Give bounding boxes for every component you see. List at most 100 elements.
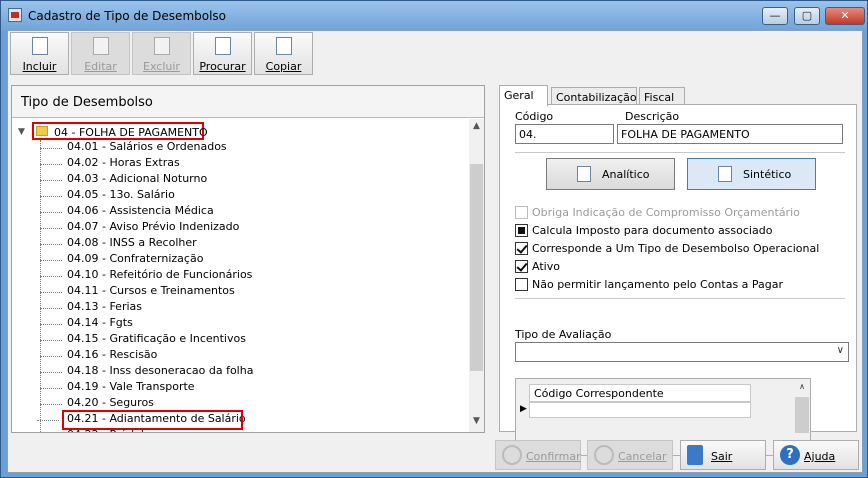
checkbox[interactable] [515,206,528,219]
analitico-icon [577,166,591,182]
title-bar[interactable]: Cadastro de Tipo de Desembolso — ▢ ✕ [1,1,867,31]
check-obriga-indicacao[interactable]: Obriga Indicação de Compromisso Orçament… [515,205,845,221]
minimize-button[interactable]: — [762,7,788,25]
grid-cell[interactable] [529,402,751,418]
incluir-label: Incluir [22,60,57,73]
ajuda-label: Ajuda [804,450,836,463]
maximize-button[interactable]: ▢ [794,7,820,25]
tree-item[interactable]: 04.20 - Seguros [40,396,427,412]
app-icon [8,8,22,22]
grid-header: Código Correspondente [529,384,751,402]
window-title: Cadastro de Tipo de Desembolso [28,9,227,23]
checkbox[interactable] [515,242,528,255]
check-label: Não permitir lançamento pelo Contas a Pa… [532,278,784,291]
collapse-chevron-icon[interactable]: ▼ [18,127,25,137]
tree-item[interactable]: 04.11 - Cursos e Treinamentos [40,284,427,300]
incluir-button[interactable]: Incluir [10,32,69,75]
sair-button[interactable]: Sair [680,440,766,470]
editar-label: Editar [84,60,117,73]
tree-item[interactable]: 04.09 - Confraternização [40,252,427,268]
cancel-circle-icon [594,445,614,465]
codigo-field[interactable]: 04. [515,124,614,144]
descricao-field[interactable]: FOLHA DE PAGAMENTO [617,124,843,144]
scroll-down-icon[interactable]: ▼ [469,416,484,431]
chevron-down-icon[interactable]: ∨ [837,345,844,356]
analitico-toggle[interactable]: Analítico [546,158,675,190]
app-window: Cadastro de Tipo de Desembolso — ▢ ✕ Inc… [0,0,868,478]
check-label: Obriga Indicação de Compromisso Orçament… [532,206,800,219]
client-area: Incluir Editar Excluir Procurar Copiar T… [7,30,863,473]
tree-item[interactable]: 04.21 - Adiantamento de Salário [37,410,246,430]
help-icon: ? [780,445,800,465]
sintetico-label: Sintético [743,168,792,181]
editar-button[interactable]: Editar [71,32,130,75]
cancelar-button[interactable]: Cancelar [587,440,673,470]
excluir-label: Excluir [143,60,180,73]
checkbox[interactable] [515,224,528,237]
tree-header: Tipo de Desembolso [12,86,484,118]
tab-fiscal[interactable]: Fiscal [639,87,685,105]
descricao-label: Descrição [625,110,680,123]
codigo-label: Código [515,110,554,123]
check-circle-icon [502,445,522,465]
tree-item[interactable]: 04.18 - Inss desoneracao da folha [40,364,427,380]
procurar-button[interactable]: Procurar [193,32,252,75]
tab-page-geral: Código Descrição 04. FOLHA DE PAGAMENTO … [499,104,857,456]
tree-item[interactable]: 04.10 - Refeitório de Funcionários [40,268,427,284]
tree-item[interactable]: 04.14 - Fgts [40,316,427,332]
tree-item[interactable]: 04.01 - Salários e Ordenados [40,140,427,156]
check-ativo[interactable]: Ativo [515,259,845,275]
tab-geral[interactable]: Geral [499,85,548,106]
scroll-up-icon[interactable]: ▲ [469,121,484,136]
row-indicator-icon: ▶ [520,404,527,414]
scroll-up-icon[interactable]: ∧ [794,382,810,391]
copy-icon [276,37,292,55]
sair-label: Sair [711,450,733,463]
ajuda-button[interactable]: ? Ajuda [773,440,859,470]
separator [515,152,845,153]
tree-item[interactable]: 04.15 - Gratificação e Incentivos [40,332,427,348]
search-document-icon [215,37,231,55]
copiar-label: Copiar [265,60,302,73]
check-nao-permitir[interactable]: Não permitir lançamento pelo Contas a Pa… [515,277,845,293]
tree-item[interactable]: 04.08 - INSS a Recolher [40,236,427,252]
copiar-button[interactable]: Copiar [254,32,313,75]
toolbar: Incluir Editar Excluir Procurar Copiar [10,32,315,76]
tree-header-label: Tipo de Desembolso [21,95,153,110]
checkbox[interactable] [515,278,528,291]
excluir-button[interactable]: Excluir [132,32,191,75]
avaliacao-label: Tipo de Avaliação [515,328,612,341]
checkbox[interactable] [515,260,528,273]
tab-contabilizacao[interactable]: Contabilização [551,87,637,105]
close-button[interactable]: ✕ [825,7,865,25]
tree-item[interactable]: 04.19 - Vale Transporte [40,380,427,396]
tree-item[interactable]: 04.16 - Rescisão [40,348,427,364]
tree-item[interactable]: 04.13 - Ferias [40,300,427,316]
new-document-icon [32,37,48,55]
tree-item[interactable]: 04.22 - Pró-lab [67,428,427,432]
exit-door-icon [687,445,703,465]
procurar-label: Procurar [199,60,246,73]
tree-item[interactable]: 04.06 - Assistencia Médica [40,204,427,220]
sintetico-icon [718,166,732,182]
analitico-label: Analítico [602,168,650,181]
tree-item[interactable]: 04.03 - Adicional Noturno [40,172,427,188]
confirmar-button[interactable]: Confirmar [495,440,581,470]
tree-root-node[interactable]: ▼ 04 - FOLHA DE PAGAMENTO [18,122,418,140]
scroll-thumb[interactable] [470,164,483,371]
separator [515,298,845,299]
scroll-thumb[interactable] [795,397,809,433]
cancelar-label: Cancelar [618,450,667,463]
check-calcula-imposto[interactable]: Calcula Imposto para documento associado [515,223,845,239]
tree-view[interactable]: ▼ 04 - FOLHA DE PAGAMENTO 04.01 - Salári… [12,119,469,432]
sintetico-toggle[interactable]: Sintético [687,158,816,190]
edit-document-icon [93,37,109,55]
avaliacao-select[interactable]: ∨ [515,342,849,362]
tree-item[interactable]: 04.05 - 13o. Salário [40,188,427,204]
tree-scrollbar[interactable]: ▲ ▼ [469,119,484,432]
check-corresponde-operacional[interactable]: Corresponde a Um Tipo de Desembolso Oper… [515,241,845,257]
tree-item[interactable]: 04.02 - Horas Extras [40,156,427,172]
tree-panel: Tipo de Desembolso ▼ 04 - FOLHA DE PAGAM… [11,85,485,433]
tree-root-label: 04 - FOLHA DE PAGAMENTO [54,126,208,139]
tree-item[interactable]: 04.07 - Aviso Prévio Indenizado [40,220,427,236]
